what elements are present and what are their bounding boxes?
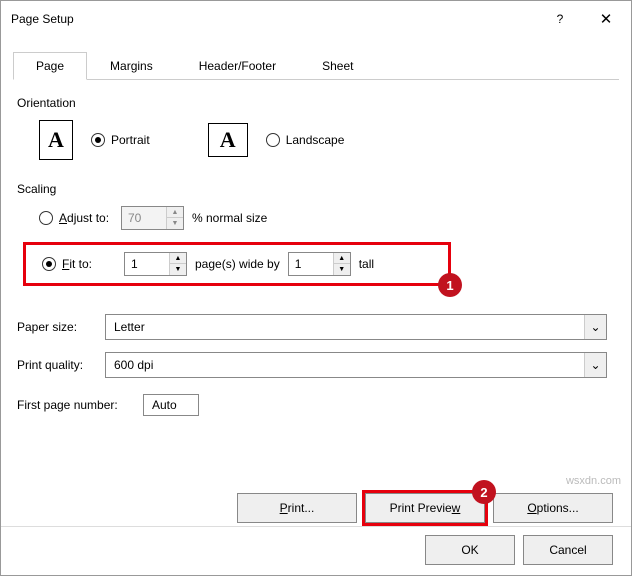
first-page-input[interactable] — [143, 394, 199, 416]
close-button[interactable]: ✕ — [583, 3, 629, 35]
spin-down-icon[interactable]: ▼ — [334, 264, 350, 275]
dialog-title: Page Setup — [11, 12, 537, 26]
radio-icon — [39, 211, 53, 225]
radio-icon — [42, 257, 56, 271]
fit-suffix: tall — [359, 257, 374, 271]
chevron-down-icon: ⌄ — [584, 315, 606, 339]
radio-icon — [266, 133, 280, 147]
spin-up-icon[interactable]: ▲ — [170, 253, 186, 264]
radio-portrait[interactable]: Portrait — [91, 133, 150, 147]
fit-to-row: Fit to: ▲ ▼ page(s) wide by ▲ ▼ tall 1 — [23, 242, 451, 286]
print-button[interactable]: Print... — [237, 493, 357, 523]
tab-page[interactable]: Page — [13, 52, 87, 80]
callout-1: 1 — [438, 273, 462, 297]
print-preview-button[interactable]: Print Preview 2 — [365, 493, 485, 523]
paper-size-select[interactable]: Letter ⌄ — [105, 314, 607, 340]
options-button[interactable]: Options... — [493, 493, 613, 523]
spin-up-icon[interactable]: ▲ — [167, 207, 183, 218]
spin-up-icon[interactable]: ▲ — [334, 253, 350, 264]
radio-landscape[interactable]: Landscape — [266, 133, 345, 147]
adjust-suffix: % normal size — [192, 211, 267, 225]
spin-down-icon[interactable]: ▼ — [167, 218, 183, 229]
help-icon: ? — [557, 12, 564, 26]
watermark: wsxdn.com — [566, 475, 621, 487]
radio-icon — [91, 133, 105, 147]
fit-wide-input[interactable] — [125, 253, 169, 275]
callout-2: 2 — [472, 480, 496, 504]
dialog-buttons: Print... Print Preview 2 Options... — [237, 493, 613, 523]
adjust-input[interactable] — [122, 207, 166, 229]
portrait-icon: A — [39, 120, 73, 160]
fit-tall-spinner[interactable]: ▲ ▼ — [288, 252, 351, 276]
chevron-down-icon: ⌄ — [584, 353, 606, 377]
page-setup-dialog: Page Setup ? ✕ Page Margins Header/Foote… — [0, 0, 632, 576]
radio-adjust-to[interactable]: Adjust to: — [39, 211, 113, 225]
tab-margins[interactable]: Margins — [87, 52, 176, 80]
paper-size-row: Paper size: Letter ⌄ — [17, 314, 615, 340]
spin-down-icon[interactable]: ▼ — [170, 264, 186, 275]
cancel-button[interactable]: Cancel — [523, 535, 613, 565]
adjust-row: Adjust to: ▲ ▼ % normal size — [17, 206, 615, 230]
radio-fit-to[interactable]: Fit to: — [42, 257, 116, 271]
first-page-label: First page number: — [17, 398, 143, 412]
adjust-spinner[interactable]: ▲ ▼ — [121, 206, 184, 230]
print-quality-label: Print quality: — [17, 358, 105, 372]
tab-strip: Page Margins Header/Footer Sheet — [13, 51, 619, 80]
panel: Orientation A Portrait A Landscape Scali… — [1, 80, 631, 440]
orientation-group: A Portrait A Landscape — [17, 120, 615, 160]
fit-mid-label: page(s) wide by — [195, 257, 280, 271]
tab-headerfooter[interactable]: Header/Footer — [176, 52, 299, 80]
paper-size-value: Letter — [114, 320, 145, 334]
print-quality-row: Print quality: 600 dpi ⌄ — [17, 352, 615, 378]
fit-tall-input[interactable] — [289, 253, 333, 275]
paper-size-label: Paper size: — [17, 320, 105, 334]
landscape-icon: A — [208, 123, 248, 157]
print-quality-select[interactable]: 600 dpi ⌄ — [105, 352, 607, 378]
titlebar: Page Setup ? ✕ — [1, 1, 631, 37]
print-quality-value: 600 dpi — [114, 358, 153, 372]
ok-button[interactable]: OK — [425, 535, 515, 565]
orientation-label: Orientation — [17, 96, 615, 110]
fit-wide-spinner[interactable]: ▲ ▼ — [124, 252, 187, 276]
first-page-row: First page number: — [17, 394, 615, 416]
separator — [1, 526, 631, 527]
tab-sheet[interactable]: Sheet — [299, 52, 376, 80]
scaling-label: Scaling — [17, 182, 615, 196]
ok-cancel-row: OK Cancel — [425, 535, 613, 565]
help-button[interactable]: ? — [537, 3, 583, 35]
close-icon: ✕ — [600, 10, 613, 28]
